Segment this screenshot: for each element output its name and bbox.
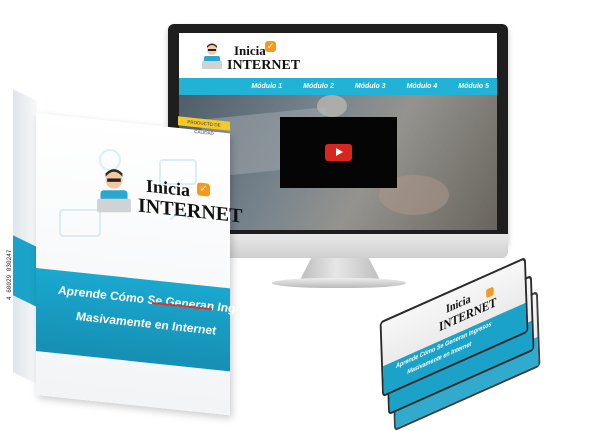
nav-item-modulo-5[interactable]: Módulo 5 bbox=[458, 83, 489, 90]
checkmark-badge-icon: ✓ bbox=[265, 41, 276, 52]
site-header: Inicia ✓ INTERNET bbox=[179, 33, 497, 78]
person-laptop-icon bbox=[202, 43, 222, 69]
site-logo-line2: INTERNET bbox=[227, 58, 301, 73]
box-side-band bbox=[13, 235, 37, 307]
person-laptop-icon bbox=[97, 169, 131, 213]
monitor-stand-base bbox=[272, 278, 406, 288]
nav-item-modulo-1[interactable]: Módulo 1 bbox=[251, 83, 282, 90]
checkmark-badge-icon: ✓ bbox=[197, 182, 210, 197]
site-nav-bar: Módulo 1 Módulo 2 Módulo 3 Módulo 4 Módu… bbox=[179, 78, 497, 95]
box-barcode-number: 4 60029 030247 bbox=[6, 249, 13, 300]
site-logo-line1: Inicia bbox=[234, 43, 266, 58]
video-player[interactable] bbox=[280, 117, 397, 188]
nav-item-modulo-3[interactable]: Módulo 3 bbox=[355, 83, 386, 90]
monitor-stand-neck bbox=[300, 258, 380, 280]
nav-item-modulo-2[interactable]: Módulo 2 bbox=[303, 83, 334, 90]
play-icon bbox=[336, 148, 343, 156]
nav-item-modulo-4[interactable]: Módulo 4 bbox=[407, 83, 438, 90]
play-button[interactable] bbox=[325, 144, 352, 161]
